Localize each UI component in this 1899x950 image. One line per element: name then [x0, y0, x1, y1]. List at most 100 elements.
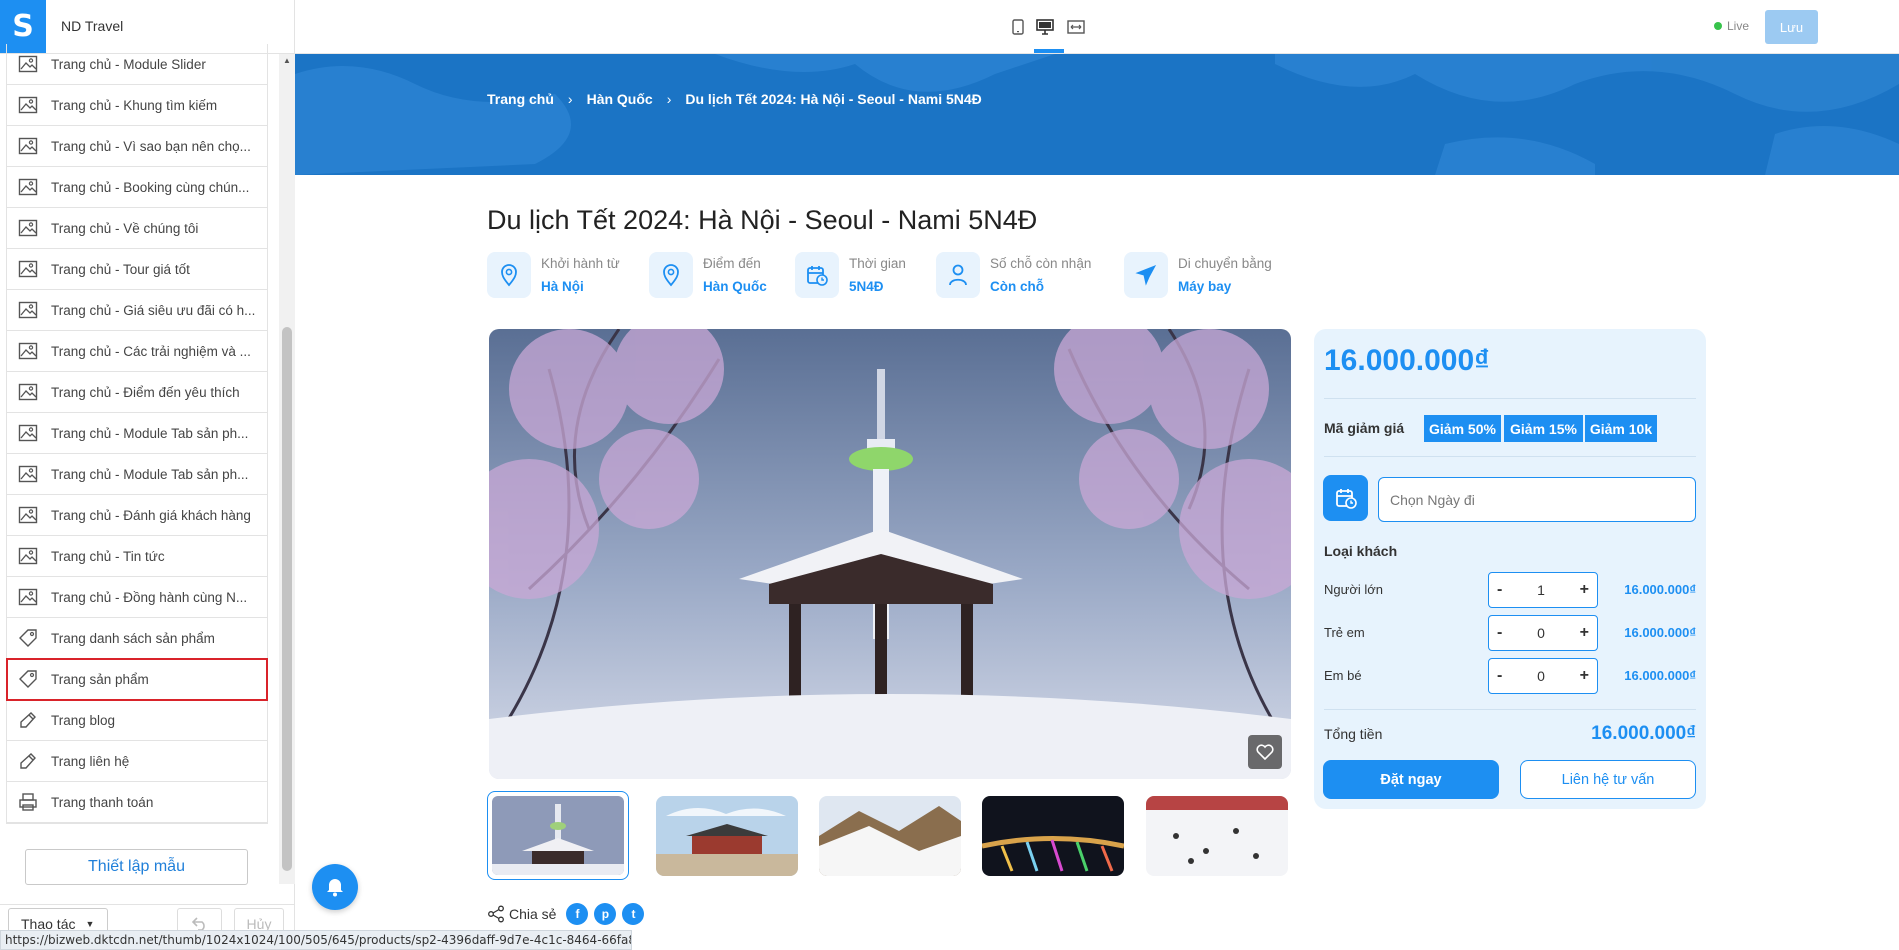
breadcrumb-home-link[interactable]: Trang chủ [487, 91, 554, 107]
breadcrumb-category-link[interactable]: Hàn Quốc [587, 91, 653, 107]
sidebar-item[interactable]: Trang sản phẩm [6, 658, 268, 701]
scrollbar-thumb[interactable] [282, 327, 292, 871]
calendar-button[interactable] [1323, 475, 1368, 521]
sidebar-item-label: Trang chủ - Các trải nghiệm và ... [51, 343, 251, 359]
desktop-view-icon[interactable] [1034, 16, 1056, 38]
share-icon [488, 905, 504, 923]
sidebar-item[interactable]: Trang blog [7, 700, 267, 741]
sidebar-item-label: Trang chủ - Đánh giá khách hàng [51, 507, 251, 523]
decrease-button[interactable]: - [1497, 667, 1502, 685]
sidebar-item-label: Trang chủ - Module Tab sản ph... [51, 466, 249, 482]
image-icon [17, 381, 39, 403]
sidebar-item[interactable]: Trang chủ - Giá siêu ưu đãi có h... [7, 290, 267, 331]
image-icon [17, 299, 39, 321]
tour-info-item: Khởi hành từ Hà Nội [487, 252, 620, 298]
decrease-button[interactable]: - [1497, 624, 1502, 642]
sidebar-item[interactable]: Trang chủ - Module Tab sản ph... [7, 413, 267, 454]
sidebar-item[interactable]: Trang chủ - Module Slider [7, 44, 267, 85]
divider [1324, 709, 1696, 710]
sidebar-item[interactable]: Trang chủ - Vì sao bạn nên chọ... [7, 126, 267, 167]
sidebar-item[interactable]: Trang chủ - Khung tìm kiếm [7, 85, 267, 126]
increase-button[interactable]: + [1580, 667, 1589, 685]
increase-button[interactable]: + [1580, 581, 1589, 599]
breadcrumb-current: Du lịch Tết 2024: Hà Nội - Seoul - Nami … [685, 91, 982, 107]
brush-icon [17, 709, 39, 731]
active-view-indicator [1034, 49, 1064, 53]
gallery-thumbnail[interactable] [982, 796, 1124, 876]
tour-info-label: Thời gian [849, 256, 906, 271]
image-icon [17, 422, 39, 444]
divider [1324, 456, 1696, 457]
printer-icon [17, 791, 39, 813]
sidebar-item[interactable]: Trang chủ - Các trải nghiệm và ... [7, 331, 267, 372]
total-value: 16.000.000₫ [1591, 723, 1696, 744]
decrease-button[interactable]: - [1497, 581, 1502, 599]
save-button[interactable]: Lưu [1765, 10, 1818, 44]
tour-info-item: Số chỗ còn nhận Còn chỗ [936, 252, 1091, 298]
sidebar-item-label: Trang chủ - Giá siêu ưu đãi có h... [51, 302, 256, 318]
sidebar-item[interactable]: Trang chủ - Đánh giá khách hàng [7, 495, 267, 536]
infant-quantity[interactable]: 0 [1537, 668, 1545, 684]
live-dot-icon [1714, 22, 1722, 30]
sidebar-item-label: Trang chủ - Về chúng tôi [51, 220, 199, 236]
live-status: Live [1714, 19, 1749, 33]
tag-icon [17, 627, 39, 649]
facebook-icon[interactable]: f [566, 903, 589, 925]
image-icon [17, 53, 39, 75]
sidebar-item[interactable]: Trang chủ - Về chúng tôi [7, 208, 267, 249]
tag-icon [17, 668, 39, 690]
contact-advice-button[interactable]: Liên hệ tư vấn [1520, 760, 1696, 799]
tour-info-value: Hàn Quốc [703, 279, 767, 294]
notification-bell-icon[interactable] [312, 864, 358, 910]
departure-date-input[interactable]: Chọn Ngày đi [1378, 477, 1696, 522]
undo-icon [191, 917, 205, 931]
tour-info-item: Di chuyển bằng Máy bay [1124, 252, 1272, 298]
coupon-badge[interactable]: Giảm 50% [1424, 415, 1501, 442]
pinterest-icon[interactable]: p [594, 903, 617, 925]
child-quantity[interactable]: 0 [1537, 625, 1545, 641]
coupon-badge[interactable]: Giảm 10k [1585, 415, 1657, 442]
sidebar-item[interactable]: Trang chủ - Đồng hành cùng N... [7, 577, 267, 618]
tour-price: 16.000.000₫ [1324, 344, 1490, 377]
sidebar-item-label: Trang chủ - Tour giá tốt [51, 261, 190, 277]
tour-info-label: Điểm đến [703, 256, 761, 271]
fullwidth-view-icon[interactable] [1065, 16, 1087, 38]
image-icon [17, 135, 39, 157]
product-title: Du lịch Tết 2024: Hà Nội - Seoul - Nami … [487, 205, 1038, 235]
setup-template-button[interactable]: Thiết lập mẫu [25, 849, 248, 885]
image-icon [17, 545, 39, 567]
twitter-icon[interactable]: t [622, 903, 645, 925]
share-label: Chia sẻ [509, 906, 557, 922]
sidebar-item[interactable]: Trang chủ - Module Tab sản ph... [7, 454, 267, 495]
favorite-heart-icon[interactable] [1248, 735, 1282, 769]
image-icon [17, 504, 39, 526]
sidebar-item[interactable]: Trang chủ - Booking cùng chún... [7, 167, 267, 208]
sidebar-item-label: Trang blog [51, 712, 116, 728]
product-main-image[interactable] [489, 329, 1291, 779]
sidebar-item[interactable]: Trang chủ - Điểm đến yêu thích [7, 372, 267, 413]
gallery-thumbnail[interactable] [1146, 796, 1288, 876]
adult-label: Người lớn [1324, 582, 1383, 597]
gallery-thumbnail[interactable] [656, 796, 798, 876]
adult-quantity[interactable]: 1 [1537, 582, 1545, 598]
increase-button[interactable]: + [1580, 624, 1589, 642]
breadcrumb: Trang chủ › Hàn Quốc › Du lịch Tết 2024:… [487, 91, 982, 107]
scroll-up-icon[interactable]: ▲ [283, 56, 291, 65]
image-icon [17, 463, 39, 485]
mobile-view-icon[interactable] [1007, 16, 1029, 38]
coupon-badge[interactable]: Giảm 15% [1504, 415, 1583, 442]
sidebar-item-label: Trang chủ - Điểm đến yêu thích [51, 384, 240, 400]
sidebar-item[interactable]: Trang thanh toán [7, 782, 267, 823]
sidebar-item[interactable]: Trang danh sách sản phẩm [7, 618, 267, 659]
sidebar-item[interactable]: Trang chủ - Tour giá tốt [7, 249, 267, 290]
sidebar-scrollbar[interactable]: ▲ [279, 54, 295, 884]
gallery-thumbnail[interactable] [819, 796, 961, 876]
person-icon [936, 252, 980, 298]
sidebar-item[interactable]: Trang liên hệ [7, 741, 267, 782]
store-name: ND Travel [61, 18, 124, 34]
gallery-thumbnail[interactable] [487, 791, 629, 880]
image-icon [17, 176, 39, 198]
tour-info-value: Còn chỗ [990, 279, 1044, 294]
book-now-button[interactable]: Đặt ngay [1323, 760, 1499, 799]
sidebar-item[interactable]: Trang chủ - Tin tức [7, 536, 267, 577]
